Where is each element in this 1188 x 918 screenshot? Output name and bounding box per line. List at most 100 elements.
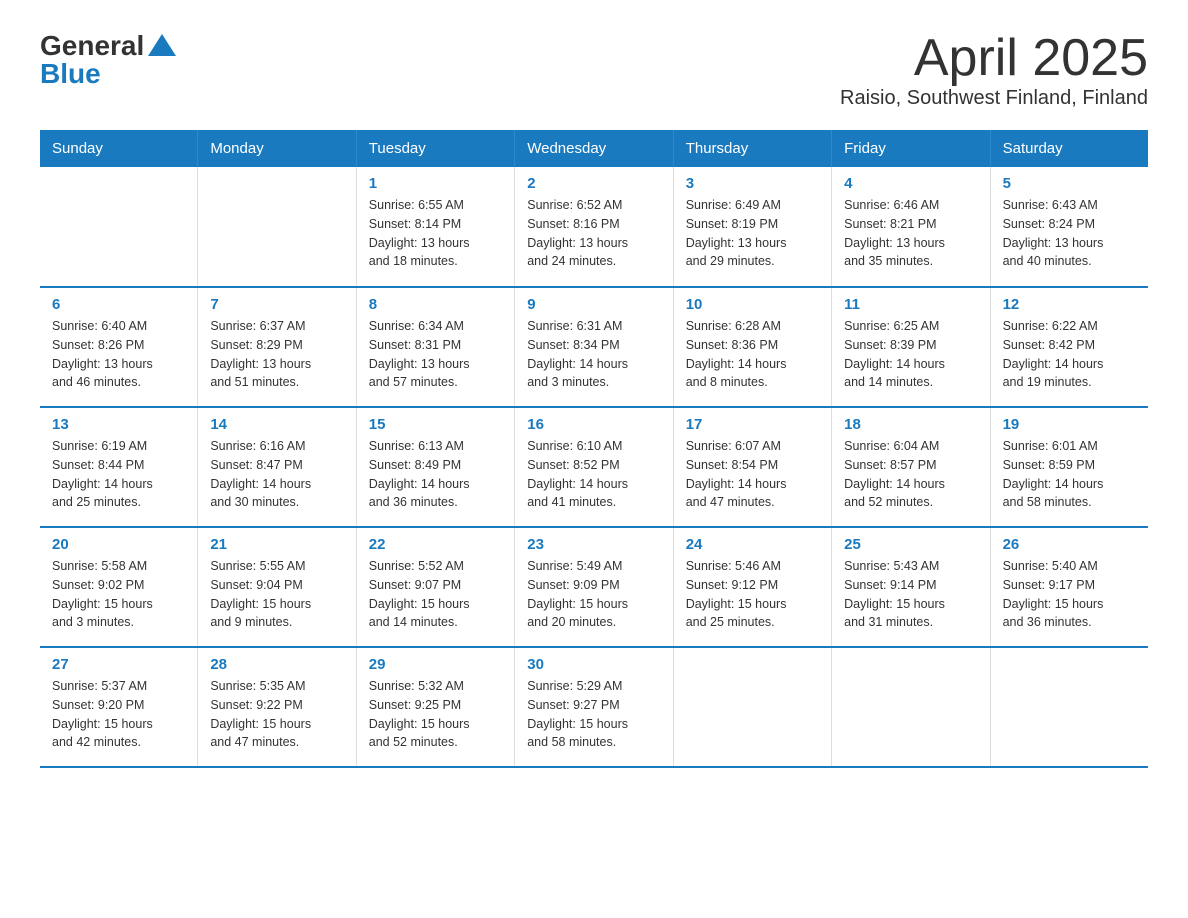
calendar-cell: 19Sunrise: 6:01 AM Sunset: 8:59 PM Dayli…	[990, 407, 1148, 527]
calendar-cell: 24 Sunrise: 5:46 AM Sunset: 9:12 PM Dayli…	[673, 527, 831, 647]
day-number: 8	[369, 296, 502, 313]
day-number: 26	[1003, 536, 1136, 553]
calendar-cell	[198, 167, 356, 287]
day-info: Sunrise: 5:29 AM Sunset: 9:27 PM Dayligh…	[527, 677, 660, 752]
day-number: 22	[369, 536, 502, 553]
calendar-week-row: 13 Sunrise: 6:19 AM Sunset: 8:44 PM Dayli…	[40, 407, 1148, 527]
day-info: Sunrise: 6:49 AM Sunset: 8:19 PM Dayligh…	[686, 196, 819, 271]
calendar-cell: 26Sunrise: 5:40 AM Sunset: 9:17 PM Dayli…	[990, 527, 1148, 647]
day-info: Sunrise: 6:34 AM Sunset: 8:31 PM Dayligh…	[369, 317, 502, 392]
day-info: Sunrise: 6:31 AM Sunset: 8:34 PM Dayligh…	[527, 317, 660, 392]
day-number: 1	[369, 175, 502, 192]
day-info: Sunrise: 5:46 AM Sunset: 9:12 PM Dayligh…	[686, 557, 819, 632]
calendar-header-row: SundayMondayTuesdayWednesdayThursdayFrid…	[40, 130, 1148, 167]
title-section: April 2025 Raisio, Southwest Finland, Fi…	[840, 30, 1148, 110]
day-number: 20	[52, 536, 185, 553]
day-number: 16	[527, 416, 660, 433]
calendar-cell: 30Sunrise: 5:29 AM Sunset: 9:27 PM Dayli…	[515, 647, 673, 767]
day-info: Sunrise: 6:22 AM Sunset: 8:42 PM Dayligh…	[1003, 317, 1136, 392]
calendar-cell	[832, 647, 990, 767]
day-info: Sunrise: 6:01 AM Sunset: 8:59 PM Dayligh…	[1003, 437, 1136, 512]
calendar-cell: 16 Sunrise: 6:10 AM Sunset: 8:52 PM Dayli…	[515, 407, 673, 527]
page-header: General Blue April 2025 Raisio, Southwes…	[40, 30, 1148, 110]
calendar-cell: 25 Sunrise: 5:43 AM Sunset: 9:14 PM Dayli…	[832, 527, 990, 647]
day-info: Sunrise: 5:58 AM Sunset: 9:02 PM Dayligh…	[52, 557, 185, 632]
calendar-cell: 8 Sunrise: 6:34 AM Sunset: 8:31 PM Daylig…	[356, 287, 514, 407]
day-info: Sunrise: 6:37 AM Sunset: 8:29 PM Dayligh…	[210, 317, 343, 392]
day-info: Sunrise: 6:19 AM Sunset: 8:44 PM Dayligh…	[52, 437, 185, 512]
calendar-cell: 21 Sunrise: 5:55 AM Sunset: 9:04 PM Dayli…	[198, 527, 356, 647]
day-number: 4	[844, 175, 977, 192]
calendar-cell: 15 Sunrise: 6:13 AM Sunset: 8:49 PM Dayli…	[356, 407, 514, 527]
day-info: Sunrise: 5:35 AM Sunset: 9:22 PM Dayligh…	[210, 677, 343, 752]
calendar-week-row: 6 Sunrise: 6:40 AM Sunset: 8:26 PM Daylig…	[40, 287, 1148, 407]
calendar-cell: 14 Sunrise: 6:16 AM Sunset: 8:47 PM Dayli…	[198, 407, 356, 527]
calendar-cell: 3 Sunrise: 6:49 AM Sunset: 8:19 PM Daylig…	[673, 167, 831, 287]
day-info: Sunrise: 5:37 AM Sunset: 9:20 PM Dayligh…	[52, 677, 185, 752]
day-info: Sunrise: 5:52 AM Sunset: 9:07 PM Dayligh…	[369, 557, 502, 632]
calendar-cell: 11 Sunrise: 6:25 AM Sunset: 8:39 PM Dayli…	[832, 287, 990, 407]
day-info: Sunrise: 5:55 AM Sunset: 9:04 PM Dayligh…	[210, 557, 343, 632]
calendar-week-row: 27 Sunrise: 5:37 AM Sunset: 9:20 PM Dayli…	[40, 647, 1148, 767]
calendar-header-thursday: Thursday	[673, 130, 831, 167]
calendar-week-row: 20 Sunrise: 5:58 AM Sunset: 9:02 PM Dayli…	[40, 527, 1148, 647]
calendar-cell: 28 Sunrise: 5:35 AM Sunset: 9:22 PM Dayli…	[198, 647, 356, 767]
day-number: 27	[52, 656, 185, 673]
day-info: Sunrise: 6:55 AM Sunset: 8:14 PM Dayligh…	[369, 196, 502, 271]
calendar-cell: 12 Sunrise: 6:22 AM Sunset: 8:42 PM Dayli…	[990, 287, 1148, 407]
day-number: 18	[844, 416, 977, 433]
calendar-cell: 5Sunrise: 6:43 AM Sunset: 8:24 PM Daylig…	[990, 167, 1148, 287]
day-number: 21	[210, 536, 343, 553]
month-title: April 2025	[840, 30, 1148, 87]
day-number: 24	[686, 536, 819, 553]
day-number: 14	[210, 416, 343, 433]
day-number: 29	[369, 656, 502, 673]
calendar-header-tuesday: Tuesday	[356, 130, 514, 167]
day-info: Sunrise: 6:13 AM Sunset: 8:49 PM Dayligh…	[369, 437, 502, 512]
calendar-cell: 22 Sunrise: 5:52 AM Sunset: 9:07 PM Dayli…	[356, 527, 514, 647]
calendar-cell	[673, 647, 831, 767]
day-info: Sunrise: 5:43 AM Sunset: 9:14 PM Dayligh…	[844, 557, 977, 632]
day-info: Sunrise: 6:28 AM Sunset: 8:36 PM Dayligh…	[686, 317, 819, 392]
calendar-cell: 1 Sunrise: 6:55 AM Sunset: 8:14 PM Daylig…	[356, 167, 514, 287]
calendar-cell: 29 Sunrise: 5:32 AM Sunset: 9:25 PM Dayli…	[356, 647, 514, 767]
calendar-cell: 6 Sunrise: 6:40 AM Sunset: 8:26 PM Daylig…	[40, 287, 198, 407]
day-number: 6	[52, 296, 185, 313]
calendar-cell: 2Sunrise: 6:52 AM Sunset: 8:16 PM Daylig…	[515, 167, 673, 287]
logo-triangle-icon	[148, 34, 176, 56]
day-info: Sunrise: 6:25 AM Sunset: 8:39 PM Dayligh…	[844, 317, 977, 392]
day-info: Sunrise: 5:32 AM Sunset: 9:25 PM Dayligh…	[369, 677, 502, 752]
calendar-table: SundayMondayTuesdayWednesdayThursdayFrid…	[40, 130, 1148, 768]
calendar-header-monday: Monday	[198, 130, 356, 167]
day-number: 17	[686, 416, 819, 433]
day-number: 13	[52, 416, 185, 433]
day-info: Sunrise: 6:04 AM Sunset: 8:57 PM Dayligh…	[844, 437, 977, 512]
calendar-cell: 20 Sunrise: 5:58 AM Sunset: 9:02 PM Dayli…	[40, 527, 198, 647]
day-info: Sunrise: 6:10 AM Sunset: 8:52 PM Dayligh…	[527, 437, 660, 512]
calendar-cell: 4 Sunrise: 6:46 AM Sunset: 8:21 PM Daylig…	[832, 167, 990, 287]
day-number: 3	[686, 175, 819, 192]
calendar-cell	[990, 647, 1148, 767]
calendar-cell: 18 Sunrise: 6:04 AM Sunset: 8:57 PM Dayli…	[832, 407, 990, 527]
day-info: Sunrise: 6:46 AM Sunset: 8:21 PM Dayligh…	[844, 196, 977, 271]
day-number: 5	[1003, 175, 1136, 192]
day-info: Sunrise: 6:40 AM Sunset: 8:26 PM Dayligh…	[52, 317, 185, 392]
calendar-cell: 7Sunrise: 6:37 AM Sunset: 8:29 PM Daylig…	[198, 287, 356, 407]
day-info: Sunrise: 6:16 AM Sunset: 8:47 PM Dayligh…	[210, 437, 343, 512]
day-number: 11	[844, 296, 977, 313]
calendar-cell: 10Sunrise: 6:28 AM Sunset: 8:36 PM Dayli…	[673, 287, 831, 407]
day-number: 9	[527, 296, 660, 313]
calendar-header-saturday: Saturday	[990, 130, 1148, 167]
day-number: 28	[210, 656, 343, 673]
calendar-cell: 13 Sunrise: 6:19 AM Sunset: 8:44 PM Dayli…	[40, 407, 198, 527]
day-info: Sunrise: 5:49 AM Sunset: 9:09 PM Dayligh…	[527, 557, 660, 632]
calendar-cell	[40, 167, 198, 287]
day-number: 12	[1003, 296, 1136, 313]
calendar-week-row: 1 Sunrise: 6:55 AM Sunset: 8:14 PM Daylig…	[40, 167, 1148, 287]
calendar-header-friday: Friday	[832, 130, 990, 167]
day-number: 15	[369, 416, 502, 433]
day-number: 25	[844, 536, 977, 553]
day-info: Sunrise: 6:07 AM Sunset: 8:54 PM Dayligh…	[686, 437, 819, 512]
day-number: 2	[527, 175, 660, 192]
logo-blue: Blue	[40, 58, 101, 90]
